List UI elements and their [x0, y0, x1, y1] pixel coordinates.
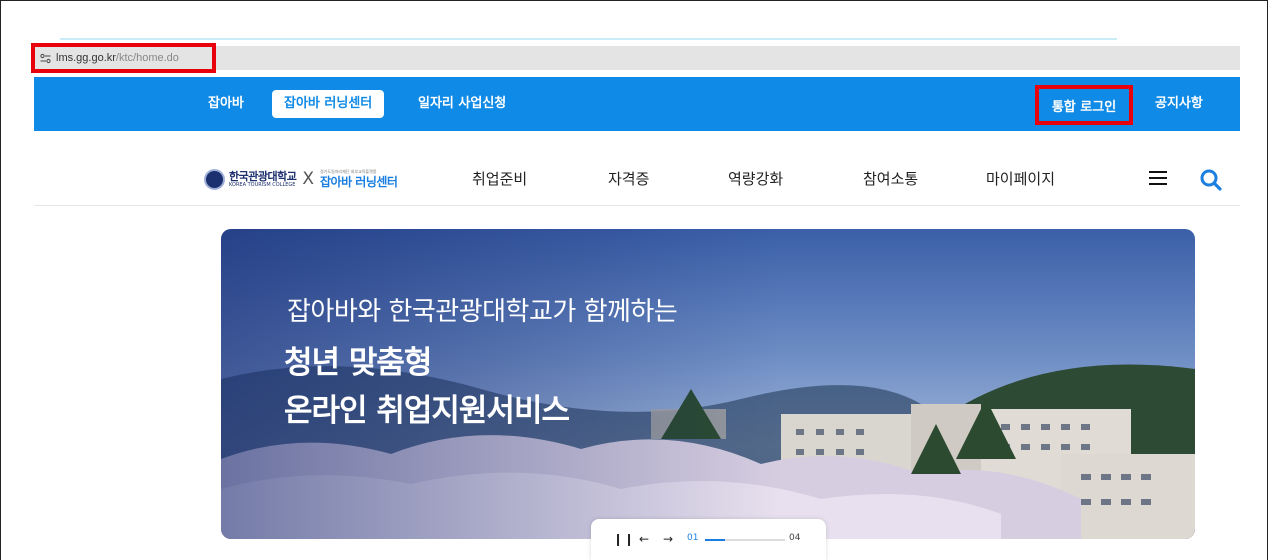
- url-highlight[interactable]: lms.gg.go.kr/ktc/home.do: [31, 43, 216, 73]
- learning-center-logo-main: 잡아바 러닝센터: [320, 175, 398, 189]
- menu-certificate[interactable]: 자격증: [608, 168, 649, 189]
- prev-arrow-icon[interactable]: ←: [639, 531, 649, 547]
- slide-total: 04: [789, 533, 801, 543]
- banner-subtitle: 잡아바와 한국관광대학교가 함께하는: [287, 297, 678, 327]
- college-logo-en: KOREA TOURISM COLLEGE: [229, 181, 296, 188]
- college-logo-kr: 한국관광대학교: [229, 169, 297, 183]
- topbar-learning-center[interactable]: 잡아바 러닝센터: [272, 90, 385, 118]
- banner-overlay: [221, 229, 781, 539]
- learning-center-logo: 경기도일자리재단 외부교육플랫폼 잡아바 러닝센터: [320, 169, 398, 189]
- next-arrow-icon[interactable]: →: [663, 531, 673, 547]
- college-emblem-icon: [204, 168, 225, 190]
- integrated-login-button[interactable]: 통합 로그인: [1035, 85, 1133, 125]
- banner-title-line2: 온라인 취업지원서비스: [284, 393, 570, 429]
- hamburger-menu-icon[interactable]: [1149, 171, 1167, 185]
- url-host: lms.gg.go.kr: [56, 52, 116, 64]
- url-text[interactable]: lms.gg.go.kr/ktc/home.do: [56, 52, 179, 64]
- search-icon[interactable]: [1199, 168, 1223, 192]
- topbar-jobaba[interactable]: 잡아바: [208, 77, 244, 131]
- learning-center-logo-small: 경기도일자리재단 외부교육플랫폼: [320, 169, 377, 174]
- menu-competency[interactable]: 역량강화: [728, 168, 783, 189]
- topbar-notice[interactable]: 공지사항: [1155, 77, 1203, 131]
- slider-controls: ❙❙ ← → 01 04: [591, 519, 826, 560]
- menu-participation[interactable]: 참여소통: [863, 168, 918, 189]
- site-settings-icon[interactable]: [40, 53, 51, 64]
- url-path: /ktc/home.do: [115, 52, 179, 64]
- hero-banner[interactable]: 잡아바와 한국관광대학교가 함께하는 청년 맞춤형 온라인 취업지원서비스: [221, 229, 1195, 539]
- pause-icon[interactable]: ❙❙: [613, 531, 635, 547]
- slide-progress-fill: [705, 539, 725, 541]
- menu-job-prep[interactable]: 취업준비: [472, 168, 527, 189]
- main-nav: 한국관광대학교 KOREA TOURISM COLLEGE X 경기도일자리재단…: [34, 150, 1240, 206]
- slide-current: 01: [687, 533, 699, 543]
- college-logo: 한국관광대학교 KOREA TOURISM COLLEGE: [229, 169, 297, 188]
- menu-mypage[interactable]: 마이페이지: [986, 168, 1055, 189]
- top-divider: [60, 38, 1117, 40]
- topbar-job-application[interactable]: 일자리 사업신청: [418, 77, 506, 131]
- logo-separator: X: [302, 169, 314, 189]
- banner-title-line1: 청년 맞춤형: [284, 345, 432, 381]
- slide-progress-track: [705, 539, 785, 541]
- site-logo[interactable]: 한국관광대학교 KOREA TOURISM COLLEGE X 경기도일자리재단…: [204, 164, 398, 194]
